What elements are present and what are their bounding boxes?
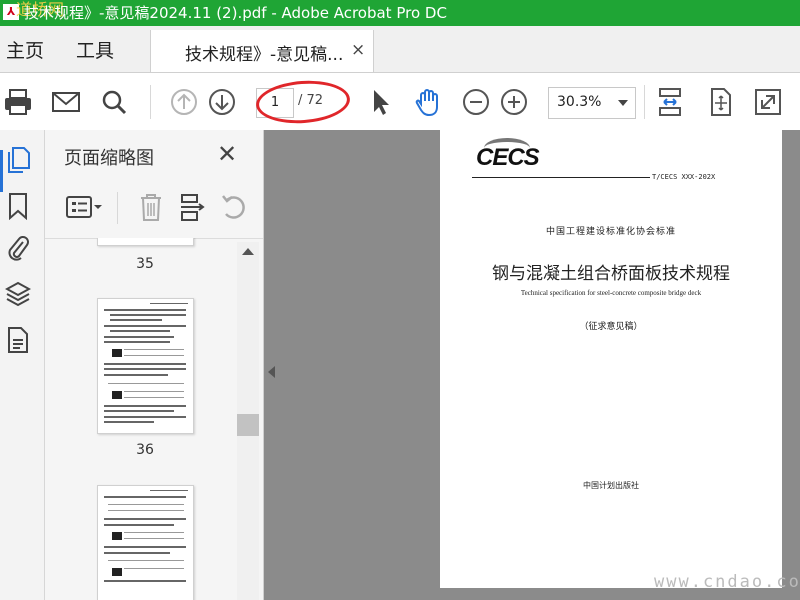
- left-rail: [0, 130, 45, 600]
- bookmark-icon[interactable]: [5, 192, 31, 221]
- draft-note: （征求意见稿）: [579, 322, 643, 332]
- panel-toolbar: [45, 178, 263, 239]
- collapse-panel-icon[interactable]: [268, 366, 275, 378]
- page-thumbnails-icon[interactable]: [5, 146, 31, 174]
- publisher-name: 中国计划出版社: [583, 481, 639, 490]
- toolbar-divider: [150, 85, 151, 119]
- standard-number: T/CECS XXX-202X: [650, 173, 718, 181]
- document-tab-label: 技术规程》-意见稿...: [185, 45, 344, 65]
- thumbnails-panel: 页面缩略图 ✕ 35 36: [45, 130, 264, 600]
- zoom-out-icon[interactable]: [460, 86, 492, 118]
- panel-divider: [117, 192, 118, 224]
- document-properties-icon[interactable]: [5, 326, 31, 354]
- tab-row: 主页 工具 技术规程》-意见稿... ×: [0, 26, 800, 73]
- prev-page-icon[interactable]: [168, 86, 200, 118]
- toolbar: 1 / 72 30.3%: [0, 73, 800, 131]
- zoom-in-icon[interactable]: [498, 86, 530, 118]
- toolbar-divider: [644, 85, 645, 119]
- document-viewer[interactable]: CECS T/CECS XXX-202X 中国工程建设标准化协会标准 钢与混凝土…: [264, 130, 800, 600]
- panel-title: 页面缩略图: [64, 148, 154, 169]
- red-annotation-ellipse: [254, 77, 352, 127]
- hand-icon[interactable]: [412, 86, 444, 118]
- tab-home[interactable]: 主页: [6, 36, 44, 63]
- rotate-icon[interactable]: [219, 192, 249, 222]
- pdf-page: CECS T/CECS XXX-202X 中国工程建设标准化协会标准 钢与混凝土…: [440, 130, 782, 588]
- english-title: Technical specification for steel-concre…: [520, 289, 702, 297]
- zoom-select[interactable]: 30.3%: [548, 87, 636, 119]
- tab-document[interactable]: 技术规程》-意见稿... ×: [150, 30, 374, 72]
- page-thumbnail[interactable]: [97, 485, 194, 600]
- insert-page-icon[interactable]: [177, 192, 207, 222]
- next-page-icon[interactable]: [206, 86, 238, 118]
- full-screen-icon[interactable]: [704, 86, 736, 118]
- scroll-up-icon[interactable]: [242, 248, 254, 255]
- page-thumbnail[interactable]: [97, 238, 194, 246]
- thumbnail-page-label: 36: [136, 442, 154, 458]
- attachment-icon[interactable]: [5, 234, 31, 262]
- rail-selection-indicator: [0, 150, 3, 192]
- close-tab-icon[interactable]: ×: [351, 40, 365, 60]
- organization-name: 中国工程建设标准化协会标准: [545, 227, 676, 237]
- close-panel-icon[interactable]: ✕: [217, 140, 237, 168]
- thumbnail-scrollbar[interactable]: [237, 242, 259, 600]
- select-arrow-icon[interactable]: [364, 86, 396, 118]
- print-icon[interactable]: [2, 86, 34, 118]
- thumbnail-options-icon[interactable]: [65, 194, 105, 220]
- zoom-value: 30.3%: [557, 94, 602, 110]
- window-title: 技术规程》-意见稿2024.11 (2).pdf - Adobe Acrobat…: [24, 4, 447, 22]
- chevron-down-icon: [618, 100, 628, 106]
- layers-icon[interactable]: [4, 280, 32, 308]
- title-bar: ⅄ 道桥网 技术规程》-意见稿2024.11 (2).pdf - Adobe A…: [0, 0, 800, 26]
- cecs-logo: CECS: [476, 144, 540, 171]
- page-thumbnail[interactable]: [97, 298, 194, 434]
- thumbnail-list: 35 36: [45, 238, 237, 600]
- expand-icon[interactable]: [752, 86, 784, 118]
- document-title: 钢与混凝土组合桥面板技术规程: [492, 264, 730, 284]
- scroll-thumb[interactable]: [237, 414, 259, 436]
- tab-tools[interactable]: 工具: [76, 36, 114, 63]
- search-icon[interactable]: [98, 86, 130, 118]
- thumbnail-page-label: 35: [136, 256, 154, 272]
- site-watermark: www.cndao.com: [654, 572, 800, 592]
- email-icon[interactable]: [50, 86, 82, 118]
- delete-page-icon[interactable]: [137, 192, 165, 222]
- fit-page-icon[interactable]: [654, 86, 686, 118]
